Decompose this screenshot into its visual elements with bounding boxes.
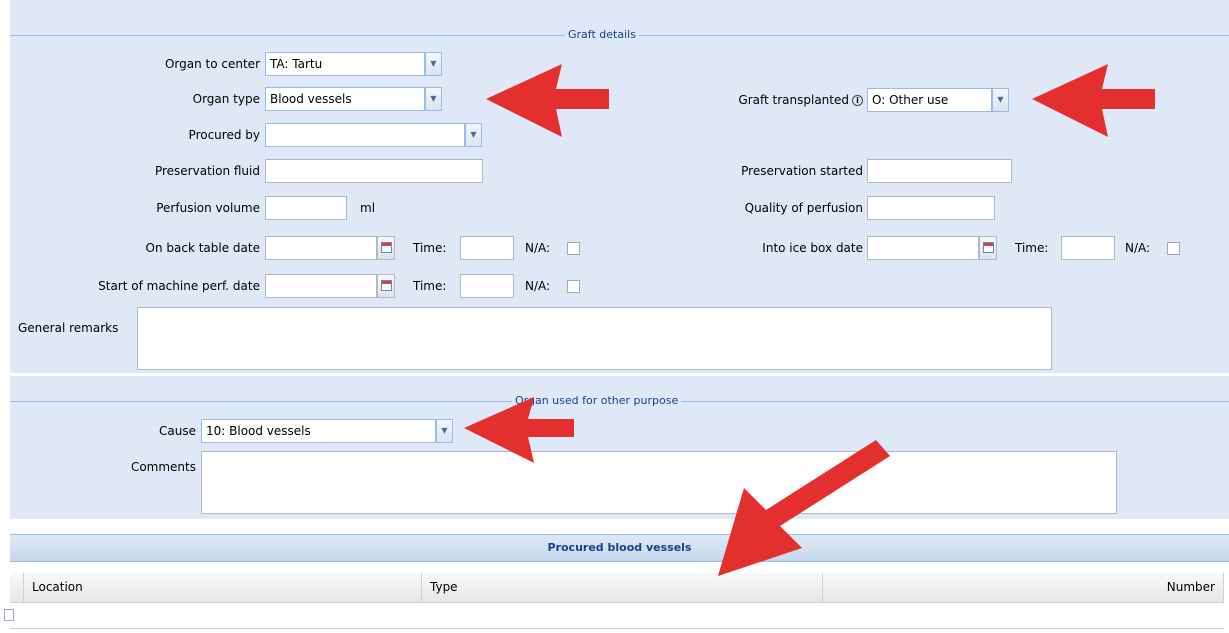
on-back-table-date-input[interactable] bbox=[265, 236, 377, 260]
on-back-table-na-label: N/A: bbox=[525, 241, 551, 255]
perfusion-volume-label: Perfusion volume bbox=[156, 201, 260, 215]
procured-by-chevron-down-icon[interactable]: ▼ bbox=[465, 123, 482, 147]
perfusion-volume-input[interactable] bbox=[265, 196, 347, 220]
arrow-procured-blood-vessels bbox=[718, 440, 890, 576]
preservation-started-label: Preservation started bbox=[741, 164, 863, 178]
graft-transplanted-label: Graft transplanted i bbox=[650, 88, 863, 112]
on-back-table-na-checkbox[interactable] bbox=[567, 242, 580, 255]
procured-by-label: Procured by bbox=[188, 128, 260, 142]
organ-type-select[interactable]: Blood vessels bbox=[265, 87, 425, 111]
graft-transplanted-label-text: Graft transplanted bbox=[738, 93, 849, 107]
preservation-fluid-label: Preservation fluid bbox=[154, 164, 260, 178]
arrow-graft-transplanted bbox=[1032, 64, 1155, 137]
column-header-checkbox[interactable] bbox=[10, 573, 24, 603]
preservation-started-input[interactable] bbox=[867, 159, 1012, 183]
into-ice-box-na-label: N/A: bbox=[1125, 241, 1151, 255]
into-ice-box-date-input[interactable] bbox=[867, 236, 979, 260]
arrow-organ-type bbox=[486, 64, 609, 137]
on-back-table-calendar-icon[interactable] bbox=[377, 236, 395, 260]
preservation-fluid-input[interactable] bbox=[265, 159, 483, 183]
start-machine-perf-na-label: N/A: bbox=[525, 279, 551, 293]
organ-to-center-select[interactable]: TA: Tartu bbox=[265, 52, 425, 76]
quality-of-perfusion-label: Quality of perfusion bbox=[744, 201, 863, 215]
start-machine-perf-date-input[interactable] bbox=[265, 274, 377, 298]
graft-transplanted-chevron-down-icon[interactable]: ▼ bbox=[992, 88, 1009, 112]
perfusion-volume-unit: ml bbox=[360, 201, 376, 215]
on-back-table-date-label: On back table date bbox=[145, 241, 260, 255]
procured-blood-vessels-title: Procured blood vessels bbox=[10, 534, 1229, 562]
start-machine-perf-time-input[interactable] bbox=[460, 274, 514, 298]
comments-textarea[interactable] bbox=[201, 451, 1117, 514]
into-ice-box-date-label: Into ice box date bbox=[762, 241, 863, 255]
start-machine-perf-na-checkbox[interactable] bbox=[567, 280, 580, 293]
organ-to-center-label: Organ to center bbox=[164, 57, 260, 71]
into-ice-box-time-label: Time: bbox=[1015, 241, 1049, 255]
comments-label: Comments bbox=[130, 460, 196, 474]
start-machine-perf-date-label: Start of machine perf. date bbox=[98, 279, 260, 293]
general-remarks-textarea[interactable] bbox=[137, 307, 1052, 370]
quality-of-perfusion-input[interactable] bbox=[867, 196, 995, 220]
organ-type-chevron-down-icon[interactable]: ▼ bbox=[425, 87, 442, 111]
cause-chevron-down-icon[interactable]: ▼ bbox=[436, 419, 453, 443]
table-row[interactable] bbox=[10, 603, 1224, 629]
organ-type-label: Organ type bbox=[192, 92, 260, 106]
into-ice-box-time-input[interactable] bbox=[1061, 236, 1115, 260]
graft-transplanted-select[interactable]: O: Other use bbox=[867, 88, 992, 112]
cause-select[interactable]: 10: Blood vessels bbox=[201, 419, 436, 443]
start-machine-perf-time-label: Time: bbox=[413, 279, 447, 293]
into-ice-box-calendar-icon[interactable] bbox=[979, 236, 997, 260]
cause-label: Cause bbox=[159, 424, 196, 438]
start-machine-perf-calendar-icon[interactable] bbox=[377, 274, 395, 298]
row-select-checkbox[interactable] bbox=[4, 609, 14, 621]
graft-details-legend: Graft details bbox=[565, 28, 639, 41]
column-header-location[interactable]: Location bbox=[24, 573, 422, 603]
arrow-cause bbox=[464, 397, 574, 463]
general-remarks-label: General remarks bbox=[18, 321, 119, 335]
info-icon[interactable]: i bbox=[852, 95, 863, 106]
organ-to-center-chevron-down-icon[interactable]: ▼ bbox=[425, 52, 442, 76]
into-ice-box-na-checkbox[interactable] bbox=[1167, 242, 1180, 255]
on-back-table-time-label: Time: bbox=[413, 241, 447, 255]
procured-by-select[interactable] bbox=[265, 123, 465, 147]
on-back-table-time-input[interactable] bbox=[460, 236, 514, 260]
